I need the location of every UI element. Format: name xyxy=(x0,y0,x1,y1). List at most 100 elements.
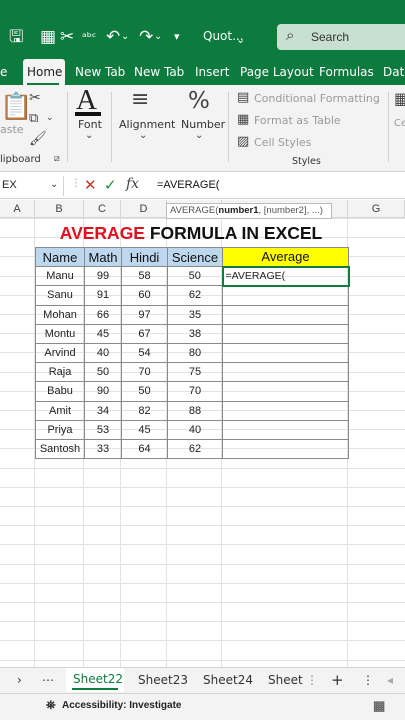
cell-hindi[interactable]: 82 xyxy=(121,400,168,421)
accessibility-status[interactable]: Accessibility: Investigate xyxy=(62,700,182,711)
column-header-A[interactable]: A xyxy=(0,200,35,218)
cell-hindi[interactable]: 67 xyxy=(121,323,168,344)
search-box[interactable]: ⌕ Search xyxy=(277,24,405,50)
normal-view-icon[interactable]: ▦ xyxy=(373,698,385,714)
customize-quick-access-icon[interactable]: ▾ xyxy=(174,27,180,47)
cell-average[interactable] xyxy=(222,304,349,325)
scroll-tabs-right-icon[interactable]: › xyxy=(17,673,22,687)
cell-average[interactable] xyxy=(222,285,349,306)
font-dropdown-icon[interactable]: ⌄ xyxy=(85,130,93,141)
name-box-dropdown-icon[interactable]: ⌄ xyxy=(50,179,58,190)
cell-science[interactable]: 80 xyxy=(167,342,223,364)
clipboard-launcher-icon[interactable]: ⧄ xyxy=(54,154,60,164)
tab-new-tab-2[interactable]: New Tab xyxy=(134,65,184,79)
cell-math[interactable]: 40 xyxy=(84,342,122,364)
sheet-tab-sheet23[interactable]: Sheet23 xyxy=(138,673,188,687)
cut-ribbon-icon[interactable]: ✂ xyxy=(29,90,41,106)
cell-name[interactable]: Babu xyxy=(35,381,85,402)
formula-input[interactable]: =AVERAGE( xyxy=(157,179,219,191)
tab-file[interactable]: e xyxy=(0,65,7,79)
cell-name[interactable]: Mohan xyxy=(35,304,85,325)
alignment-dropdown-icon[interactable]: ⌄ xyxy=(139,130,147,141)
cut-icon[interactable]: ✂ xyxy=(60,27,74,47)
cell-math[interactable]: 99 xyxy=(84,266,122,287)
cell-science[interactable]: 88 xyxy=(167,400,223,421)
function-tooltip[interactable]: AVERAGE(number1, [number2], ...) xyxy=(166,203,332,219)
cell-hindi[interactable]: 58 xyxy=(121,266,168,287)
cancel-entry-icon[interactable]: ✕ xyxy=(84,176,97,194)
cell-hindi[interactable]: 60 xyxy=(121,285,168,306)
header-science[interactable]: Science xyxy=(167,246,223,268)
redo-icon[interactable]: ↷ xyxy=(139,27,153,47)
tab-data[interactable]: Data xyxy=(383,65,405,79)
cell-hindi[interactable]: 45 xyxy=(121,419,168,440)
cell-name[interactable]: Santosh xyxy=(35,438,85,460)
cell-math[interactable]: 50 xyxy=(84,362,122,383)
cell-math[interactable]: 33 xyxy=(84,438,122,460)
number-dropdown-icon[interactable]: ⌄ xyxy=(195,130,203,141)
cell-average[interactable] xyxy=(222,419,349,440)
sheet-tab-sheet24[interactable]: Sheet24 xyxy=(203,673,253,687)
copy-dropdown-icon[interactable]: ⌄ xyxy=(46,113,54,123)
header-math[interactable]: Math xyxy=(84,246,122,268)
cell-science[interactable]: 35 xyxy=(167,304,223,325)
cell-science[interactable]: 50 xyxy=(167,266,223,287)
cell-average[interactable] xyxy=(222,381,349,402)
paste-icon[interactable]: 📋 xyxy=(0,92,32,122)
tab-new-tab-1[interactable]: New Tab xyxy=(75,65,125,79)
percent-icon[interactable]: % xyxy=(188,88,210,114)
cell-hindi[interactable]: 70 xyxy=(121,362,168,383)
cell-science[interactable]: 75 xyxy=(167,362,223,383)
spelling-icon[interactable]: ᵃᵇᶜ xyxy=(82,27,96,47)
cell-name[interactable]: Sanu xyxy=(35,285,85,306)
cell-average[interactable]: =AVERAGE( xyxy=(221,265,350,287)
tab-formulas[interactable]: Formulas xyxy=(319,65,374,79)
insert-function-icon[interactable]: fx xyxy=(126,176,139,192)
cell-science[interactable]: 40 xyxy=(167,419,223,440)
cell-average[interactable] xyxy=(222,438,349,460)
cell-science[interactable]: 70 xyxy=(167,381,223,402)
cell-name[interactable]: Montu xyxy=(35,323,85,344)
cell-name[interactable]: Amit xyxy=(35,400,85,421)
tab-page-layout[interactable]: Page Layout xyxy=(240,65,314,79)
cell-average[interactable] xyxy=(222,342,349,364)
more-tabs-icon[interactable]: ⋯ xyxy=(42,673,54,687)
column-header-C[interactable]: C xyxy=(84,200,121,218)
cell-science[interactable]: 38 xyxy=(167,323,223,344)
accessibility-icon[interactable]: ⛯ xyxy=(46,698,56,713)
cell-name[interactable]: Manu xyxy=(35,266,85,287)
cell-hindi[interactable]: 97 xyxy=(121,304,168,325)
copy-icon[interactable]: ⧉ xyxy=(29,111,38,126)
cell-math[interactable]: 45 xyxy=(84,323,122,344)
cell-math[interactable]: 34 xyxy=(84,400,122,421)
redo-dropdown-icon[interactable]: ⌄ xyxy=(154,27,162,47)
header-hindi[interactable]: Hindi xyxy=(121,246,168,268)
name-box[interactable]: EX ⌄ xyxy=(0,176,64,196)
cell-math[interactable]: 90 xyxy=(84,381,122,402)
cell-hindi[interactable]: 54 xyxy=(121,342,168,364)
column-header-B[interactable]: B xyxy=(35,200,84,218)
column-header-D[interactable]: D xyxy=(121,200,167,218)
sheet-tab-active[interactable]: Sheet22 xyxy=(66,668,124,692)
format-painter-icon[interactable]: 🖌 xyxy=(29,131,47,147)
cell-science[interactable]: 62 xyxy=(167,438,223,460)
cell-math[interactable]: 91 xyxy=(84,285,122,306)
sheet-tab-sheet[interactable]: Sheet xyxy=(268,673,303,687)
cell-hindi[interactable]: 64 xyxy=(121,438,168,460)
cell-math[interactable]: 66 xyxy=(84,304,122,325)
cell-hindi[interactable]: 50 xyxy=(121,381,168,402)
undo-dropdown-icon[interactable]: ⌄ xyxy=(121,27,129,47)
tab-home[interactable]: Home xyxy=(23,59,65,85)
header-average[interactable]: Average xyxy=(222,246,349,268)
title-dropdown-icon[interactable]: ⌄ xyxy=(236,30,245,50)
alignment-icon[interactable]: ≡ xyxy=(131,89,149,111)
cell-science[interactable]: 62 xyxy=(167,285,223,306)
header-name[interactable]: Name xyxy=(35,246,85,268)
add-sheet-icon[interactable]: + xyxy=(331,671,344,689)
tab-insert[interactable]: Insert xyxy=(195,65,229,79)
undo-icon[interactable]: ↶ xyxy=(106,27,120,47)
cell-math[interactable]: 53 xyxy=(84,419,122,440)
save-icon[interactable]: 🖫 xyxy=(9,27,23,47)
cell-name[interactable]: Raja xyxy=(35,362,85,383)
cell-average[interactable] xyxy=(222,323,349,344)
